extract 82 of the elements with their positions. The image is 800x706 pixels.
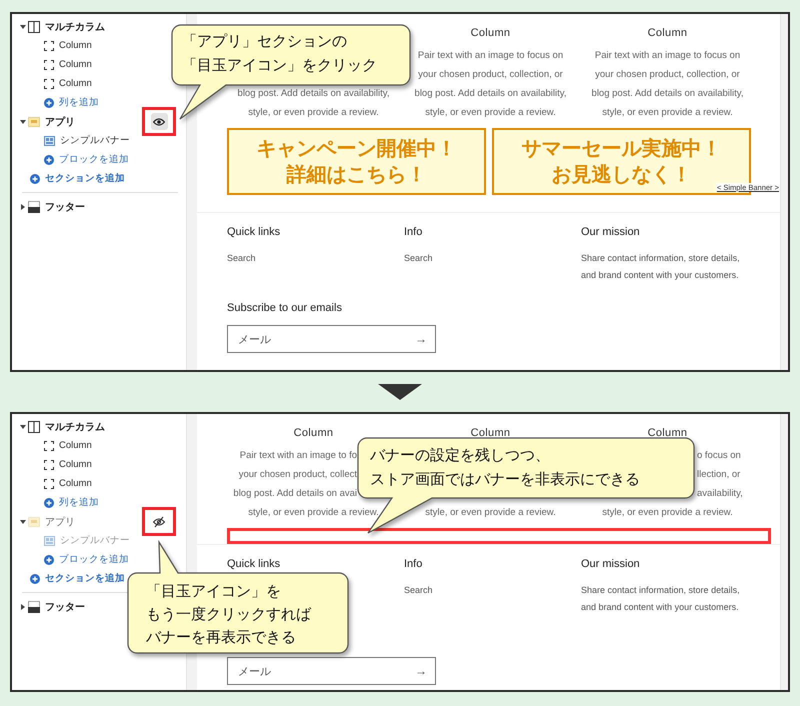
column-text: Pair text with an image to focus on — [418, 49, 564, 63]
block-label[interactable]: Column — [59, 40, 92, 51]
column-text: Pair text with an image to focus on — [594, 49, 740, 63]
section-label[interactable]: アプリ — [45, 514, 75, 528]
section-label[interactable]: マルチカラム — [45, 20, 105, 34]
block-label[interactable]: Column — [59, 478, 92, 489]
column-text: llection, or — [697, 468, 740, 482]
footer-heading: Our mission — [581, 557, 641, 572]
footer-link[interactable]: Search — [227, 250, 404, 267]
app-icon — [28, 116, 40, 128]
columns-icon — [28, 420, 40, 432]
plus-icon — [30, 574, 40, 584]
eye-icon — [153, 118, 165, 126]
footer-text: Share contact information, store details, — [581, 584, 741, 597]
section-label[interactable]: フッター — [45, 200, 85, 214]
column-text: availability, — [697, 487, 743, 501]
footer-link[interactable]: Search — [404, 250, 581, 267]
callout-text: バナーの設定を残しつつ、 ストア画面ではバナーを非表示にできる — [370, 445, 640, 490]
add-section-link[interactable]: セクションを追加 — [45, 172, 125, 185]
callout-text: 「目玉アイコン」を もう一度クリックすれば バナーを再表示できる — [146, 581, 311, 648]
banner-icon — [44, 536, 55, 546]
column-text: blog post. Add details on availability, — [414, 87, 566, 101]
footer-icon — [28, 600, 40, 612]
plus-icon — [30, 174, 40, 184]
section-label[interactable]: アプリ — [45, 114, 75, 128]
column-text: your chosen product, collection, or — [595, 68, 740, 82]
column-text: style, or even provide a review. — [248, 106, 379, 120]
add-link[interactable]: ブロックを追加 — [59, 153, 129, 166]
block-label[interactable]: Column — [59, 459, 92, 470]
subscribe-heading: Subscribe to our emails — [227, 301, 343, 316]
plus-icon — [44, 98, 54, 108]
footer-text: Share contact information, store details, — [581, 252, 741, 265]
banner-icon — [44, 136, 55, 146]
submit-button[interactable]: → — [413, 664, 429, 678]
email-field[interactable]: メール → — [227, 325, 436, 353]
block-label[interactable]: Column — [59, 78, 92, 89]
column-text: your chosen product, collect — [238, 468, 357, 482]
app-icon — [28, 516, 40, 528]
column-text: blog post. Add details on availability, — [592, 87, 744, 101]
column-text: blog post. Add details on availability, — [238, 87, 390, 101]
add-link[interactable]: 列を追加 — [59, 96, 99, 109]
section-label[interactable]: フッター — [45, 600, 85, 614]
column-text: blog post. Add details on avai — [233, 487, 357, 501]
section-label[interactable]: マルチカラム — [45, 420, 105, 434]
block-label[interactable]: Column — [59, 440, 92, 451]
block-label[interactable]: シンプルバナー — [60, 134, 130, 147]
plus-icon — [44, 154, 54, 164]
footer-heading: Our mission — [581, 225, 641, 240]
column-text: your chosen product, collection, or — [418, 68, 563, 82]
column-heading: Column — [292, 426, 334, 441]
plus-icon — [44, 498, 54, 508]
column-heading: Column — [646, 26, 688, 41]
footer-heading: Quick links — [227, 557, 282, 572]
submit-button[interactable]: → — [413, 332, 429, 346]
footer-heading: Quick links — [227, 225, 282, 240]
columns-icon — [28, 20, 40, 32]
add-section-link[interactable]: セクションを追加 — [45, 572, 125, 585]
column-text: style, or even provide a review. — [248, 506, 379, 520]
footer-text: and brand content with your customers. — [581, 269, 740, 282]
column-text: style, or even provide a review. — [425, 106, 556, 120]
column-text: style, or even provide a review. — [602, 106, 733, 120]
down-arrow-icon — [378, 384, 422, 400]
column-text: style, or even provide a review. — [602, 506, 733, 520]
column-text: style, or even provide a review. — [425, 506, 556, 520]
eye-slash-icon — [153, 516, 165, 528]
visibility-toggle[interactable] — [150, 113, 168, 130]
block-label[interactable]: Column — [59, 59, 92, 70]
column-heading: Column — [646, 426, 688, 441]
column-heading: Column — [470, 426, 512, 441]
email-field[interactable]: メール → — [227, 657, 436, 685]
footer-text: and brand content with your customers. — [581, 601, 740, 614]
column-text: o focus on — [697, 449, 741, 463]
plus-icon — [44, 554, 54, 564]
footer-heading: Info — [404, 225, 424, 240]
footer-icon — [28, 200, 40, 212]
column-heading: Column — [470, 26, 512, 41]
callout-text: 「アプリ」セクションの 「目玉アイコン」をクリック — [182, 31, 377, 76]
column-text: Pair text with an image to fo — [240, 449, 357, 463]
add-link[interactable]: 列を追加 — [59, 496, 99, 509]
footer-link[interactable]: Search — [404, 582, 581, 599]
footer-heading: Info — [404, 557, 424, 572]
add-link[interactable]: ブロックを追加 — [59, 553, 129, 566]
